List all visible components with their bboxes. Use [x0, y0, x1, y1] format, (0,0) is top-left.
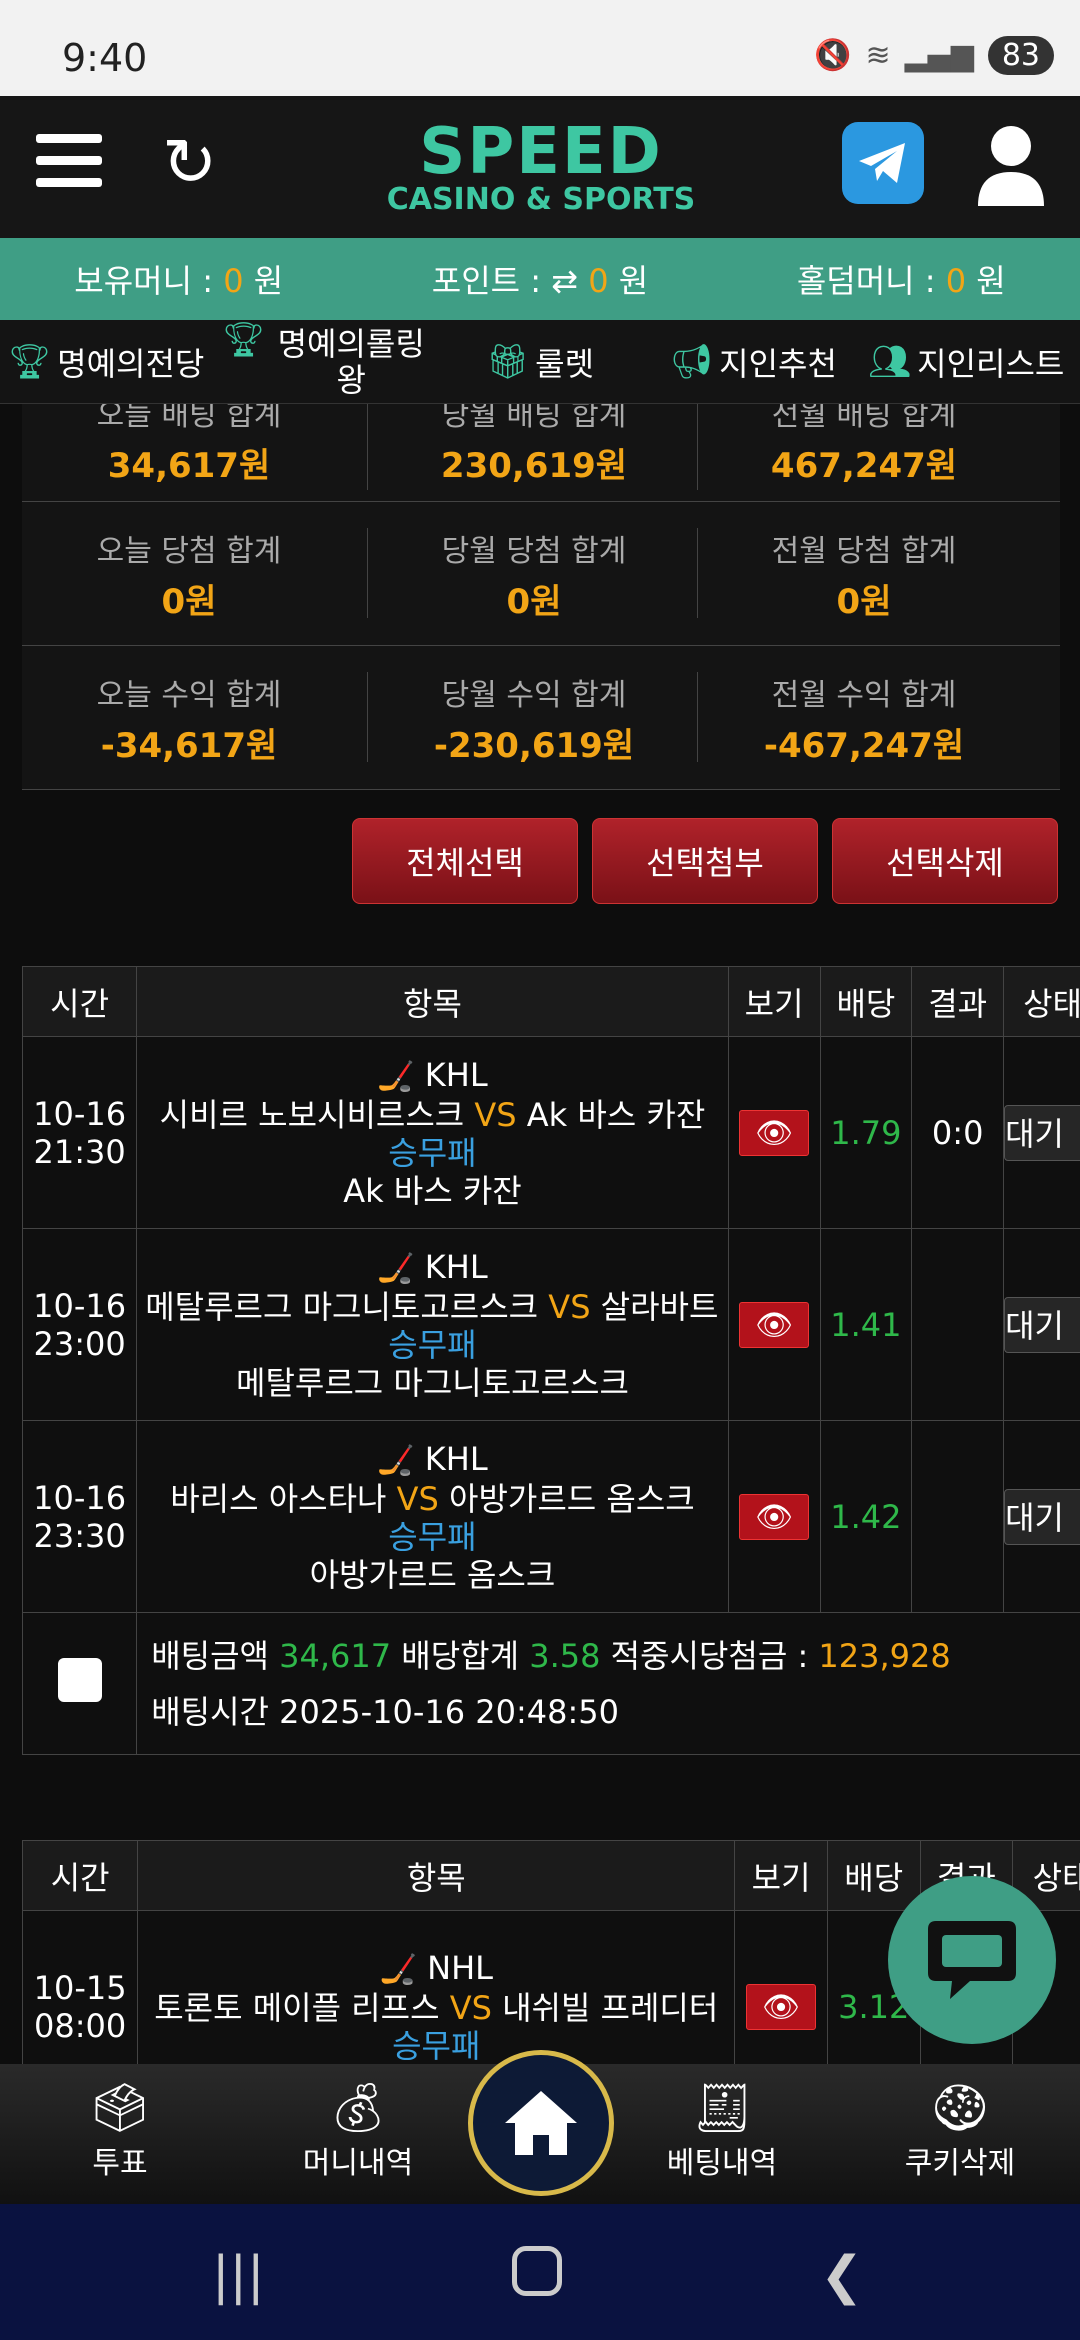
refresh-icon[interactable]: ↻: [162, 130, 228, 196]
status-time: 9:40: [62, 36, 148, 80]
holdem-money: 홀덤머니 : 0 원: [796, 262, 1006, 300]
home-nav-icon[interactable]: [512, 2246, 562, 2296]
money-bar: 보유머니 : 0 원 포인트 : ⇄ 0 원 홀덤머니 : 0 원: [0, 238, 1080, 320]
trophy-icon: 🏆︎: [8, 342, 52, 382]
menu-roulette[interactable]: 🎁︎ 룰렛: [486, 320, 594, 404]
bet-slip-icon: 🧾︎: [691, 2080, 753, 2136]
user-icon[interactable]: [972, 122, 1050, 206]
menu-bar: 🏆︎ 명예의전당 🏆︎ 명예의롤링 왕 🎁︎ 룰렛 📢︎ 지인추천 👥︎ 지인리…: [0, 320, 1080, 404]
money-bag-icon: 💰︎: [327, 2080, 389, 2136]
gift-icon: 🎁︎: [486, 342, 530, 382]
nav-vote[interactable]: 🗳︎ 투표: [40, 2078, 200, 2182]
eye-icon[interactable]: 👁︎: [739, 1109, 810, 1156]
menu-icon[interactable]: [36, 134, 102, 190]
summary-row-betting: 오늘 배팅 합계 34,617원 당월 배팅 합계 230,619원 전월 배팅…: [22, 404, 1060, 502]
telegram-icon[interactable]: [842, 122, 924, 204]
status-badge: 대기: [1004, 1296, 1080, 1353]
home-button[interactable]: [468, 2050, 614, 2196]
mute-icon: 🔇: [814, 38, 852, 73]
eye-icon[interactable]: 👁︎: [746, 1983, 817, 2030]
eye-icon[interactable]: 👁︎: [739, 1493, 810, 1540]
status-badge: 대기: [1004, 1104, 1080, 1161]
select-checkbox[interactable]: [57, 1657, 102, 1702]
hockey-icon: 🏒: [377, 1442, 415, 1478]
status-icons: 🔇 ≋ ▂▄▆ 83: [814, 36, 1054, 75]
home-icon: [505, 2091, 577, 2155]
menu-referral-list[interactable]: 👥︎ 지인리스트: [868, 320, 1064, 404]
logo-main: SPEED: [419, 115, 663, 189]
table-header: 시간 항목 보기 배당 결과 상태: [21, 966, 1080, 1037]
nav-clear-cookies[interactable]: 🍪︎ 쿠키삭제: [880, 2078, 1040, 2182]
system-nav-bar: ||| ❮: [0, 2204, 1080, 2340]
delete-selected-button[interactable]: 선택삭제: [832, 818, 1058, 904]
select-all-button[interactable]: 전체선택: [352, 818, 578, 904]
users-icon: 👥︎: [868, 342, 912, 382]
menu-referral[interactable]: 📢︎ 지인추천: [670, 320, 837, 404]
battery-indicator: 83: [987, 36, 1054, 75]
eye-icon[interactable]: 👁︎: [739, 1301, 810, 1348]
bet-summary-row: 배팅금액 34,617 배당합계 3.58 적중시당첨금 : 123,928 배…: [21, 1612, 1080, 1755]
megaphone-icon: 📢︎: [670, 342, 714, 382]
menu-rolling-king[interactable]: 🏆︎ 명예의롤링 왕: [222, 320, 432, 404]
hockey-icon: 🏒: [377, 1058, 415, 1094]
wifi-icon: ≋: [865, 38, 891, 73]
nav-money-history[interactable]: 💰︎ 머니내역: [278, 2078, 438, 2182]
signal-icon: ▂▄▆: [904, 38, 974, 73]
logo[interactable]: SPEED CASINO & SPORTS: [386, 120, 696, 220]
nav-betting-history[interactable]: 🧾︎ 베팅내역: [642, 2078, 802, 2182]
attach-selected-button[interactable]: 선택첨부: [592, 818, 818, 904]
point-money[interactable]: 포인트 : ⇄ 0 원: [432, 256, 648, 302]
app-header: ↻ SPEED CASINO & SPORTS: [0, 96, 1080, 238]
trophy-icon: 🏆︎: [222, 320, 266, 360]
chat-icon: [928, 1921, 1016, 1999]
hockey-icon: 🏒: [379, 1951, 417, 1987]
table-row: 10-16 23:00 🏒 KHL 메탈루르그 마그니토고르스크 VS 살라바트 …: [21, 1228, 1080, 1421]
table-row: 10-16 23:30 🏒 KHL 바리스 아스타나 VS 아방가르드 옴스크 승…: [21, 1420, 1080, 1613]
bottom-nav: 🗳︎ 투표 💰︎ 머니내역 🧾︎ 베팅내역 🍪︎ 쿠키삭제: [0, 2050, 1080, 2204]
summary-row-winning: 오늘 당첨 합계 0원 당월 당첨 합계 0원 전월 당첨 합계 0원: [22, 502, 1060, 646]
back-icon[interactable]: ❮: [820, 2246, 864, 2306]
cookie-icon: 🍪︎: [929, 2080, 991, 2136]
table-row: 10-16 21:30 🏒 KHL 시비르 노보시비르스크 VS Ak 바스 카잔…: [21, 1036, 1080, 1229]
summary-row-profit: 오늘 수익 합계 -34,617원 당월 수익 합계 -230,619원 전월 …: [22, 646, 1060, 790]
ballot-box-icon: 🗳︎: [89, 2080, 151, 2136]
bet-slip-table: 시간 항목 보기 배당 결과 상태 10-16 21:30 🏒 KHL 시비르 노…: [21, 966, 1080, 1755]
status-bar: 9:40 🔇 ≋ ▂▄▆ 83: [0, 0, 1080, 96]
betting-history-content[interactable]: 오늘 배팅 합계 34,617원 당월 배팅 합계 230,619원 전월 배팅…: [0, 404, 1080, 2064]
logo-sub: CASINO & SPORTS: [386, 182, 696, 217]
exchange-icon: ⇄: [551, 262, 579, 300]
chat-button[interactable]: [888, 1876, 1056, 2044]
hockey-icon: 🏒: [377, 1250, 415, 1286]
recent-apps-icon[interactable]: |||: [212, 2246, 265, 2306]
status-badge: 대기: [1004, 1488, 1080, 1545]
holding-money: 보유머니 : 0 원: [74, 262, 284, 300]
menu-hall-of-fame[interactable]: 🏆︎ 명예의전당: [8, 320, 204, 404]
